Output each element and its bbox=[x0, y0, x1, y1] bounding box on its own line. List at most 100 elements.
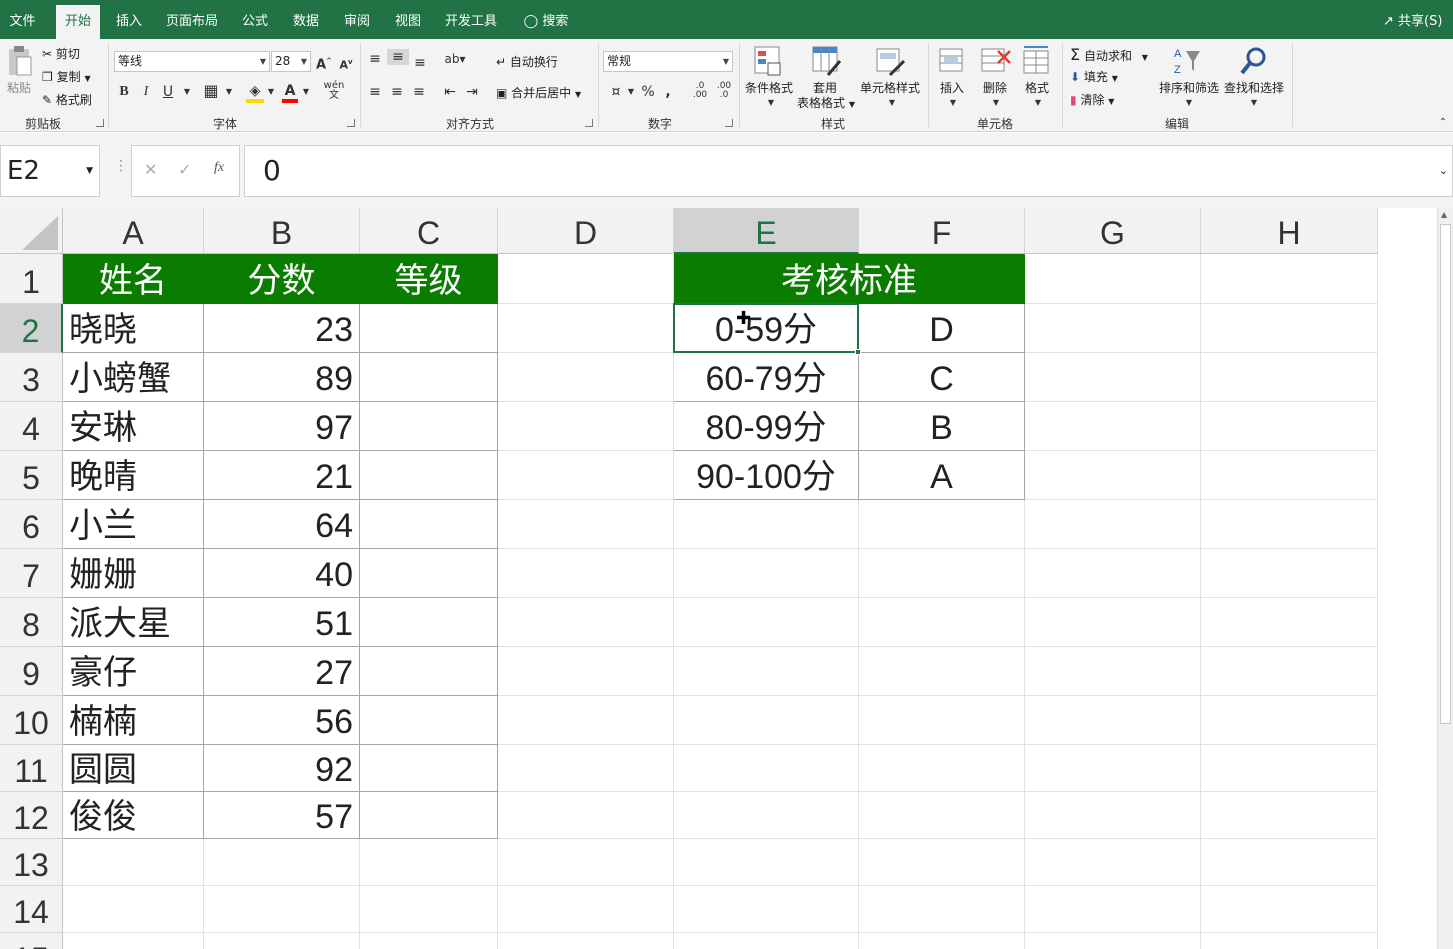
copy-button[interactable]: ❐ 复制 ▼ bbox=[42, 68, 91, 85]
worksheet-grid[interactable]: ABCDEFGH123456789101112131415姓名分数等级晓晓23小… bbox=[0, 208, 1437, 949]
cell-g8[interactable] bbox=[1025, 598, 1201, 647]
row-header-4[interactable]: 4 bbox=[0, 402, 63, 451]
cell-b14[interactable] bbox=[204, 886, 360, 933]
cell-e10[interactable] bbox=[674, 696, 859, 745]
name-cell[interactable]: 俊俊 bbox=[63, 792, 204, 839]
chevron-down-icon[interactable]: ▼ bbox=[766, 95, 776, 111]
cancel-icon[interactable]: ✕ bbox=[144, 160, 157, 179]
scrollbar-thumb[interactable] bbox=[1440, 224, 1451, 724]
cell-d2[interactable] bbox=[498, 304, 674, 353]
alignment-launcher-icon[interactable] bbox=[585, 119, 593, 127]
conditional-format-button[interactable]: 条件格式 bbox=[745, 79, 793, 96]
autosum-button[interactable]: Σ 自动求和 ▼ bbox=[1070, 45, 1148, 64]
cell-f6[interactable] bbox=[859, 500, 1025, 549]
chevron-down-icon[interactable]: ▼ bbox=[991, 95, 1001, 111]
magnifier-icon[interactable] bbox=[1238, 45, 1268, 77]
cell-h9[interactable] bbox=[1201, 647, 1378, 696]
name-cell[interactable]: 派大星 bbox=[63, 598, 204, 647]
table-header-cell[interactable]: 等级 bbox=[360, 254, 498, 304]
align-center-icon[interactable]: ≡ bbox=[388, 84, 406, 100]
grade-cell[interactable] bbox=[360, 500, 498, 549]
cell-h2[interactable] bbox=[1201, 304, 1378, 353]
name-cell[interactable]: 晚晴 bbox=[63, 451, 204, 500]
tab-data[interactable]: 数据 bbox=[285, 0, 327, 39]
align-right-icon[interactable]: ≡ bbox=[410, 84, 428, 100]
score-cell[interactable]: 27 bbox=[204, 647, 360, 696]
italic-button[interactable]: I bbox=[138, 84, 154, 100]
bold-button[interactable]: B bbox=[116, 84, 132, 100]
name-cell[interactable]: 安琳 bbox=[63, 402, 204, 451]
comma-button[interactable]: , bbox=[662, 84, 674, 100]
score-cell[interactable]: 23 bbox=[204, 304, 360, 353]
grade-letter-cell[interactable]: B bbox=[859, 402, 1025, 451]
score-cell[interactable]: 92 bbox=[204, 745, 360, 792]
name-cell[interactable]: 楠楠 bbox=[63, 696, 204, 745]
tab-view[interactable]: 视图 bbox=[387, 0, 429, 39]
column-header-h[interactable]: H bbox=[1201, 208, 1378, 254]
cell-g7[interactable] bbox=[1025, 549, 1201, 598]
number-format-select[interactable]: 常规 ▼ bbox=[603, 51, 733, 72]
increase-decimal-button[interactable]: .0 .00 bbox=[690, 82, 710, 100]
score-range-cell[interactable]: 80-99分 bbox=[674, 402, 859, 451]
cell-d10[interactable] bbox=[498, 696, 674, 745]
collapse-ribbon-icon[interactable]: ⌃ bbox=[1436, 115, 1450, 131]
cell-d6[interactable] bbox=[498, 500, 674, 549]
grade-cell[interactable] bbox=[360, 792, 498, 839]
column-header-g[interactable]: G bbox=[1025, 208, 1201, 254]
cell-g12[interactable] bbox=[1025, 792, 1201, 839]
score-cell[interactable]: 40 bbox=[204, 549, 360, 598]
tab-review[interactable]: 审阅 bbox=[336, 0, 378, 39]
cell-a13[interactable] bbox=[63, 839, 204, 886]
chevron-down-icon[interactable]: ▼ bbox=[224, 84, 234, 100]
paste-button[interactable]: 粘贴 bbox=[7, 79, 31, 96]
wrap-text-button[interactable]: ↵ 自动换行 bbox=[496, 53, 558, 70]
cell-f7[interactable] bbox=[859, 549, 1025, 598]
format-painter-button[interactable]: ✎ 格式刷 bbox=[42, 91, 92, 108]
chevron-down-icon[interactable]: ▼ bbox=[1184, 95, 1194, 111]
score-range-cell[interactable]: 60-79分 bbox=[674, 353, 859, 402]
cell-b13[interactable] bbox=[204, 839, 360, 886]
cell-e9[interactable] bbox=[674, 647, 859, 696]
font-size-select[interactable]: 28 ▼ bbox=[271, 51, 311, 72]
cell-h6[interactable] bbox=[1201, 500, 1378, 549]
align-top-icon[interactable]: ≡ bbox=[366, 51, 384, 67]
score-range-cell[interactable]: 90-100分 bbox=[674, 451, 859, 500]
chevron-down-icon[interactable]: ▼ bbox=[1033, 95, 1043, 111]
font-color-icon[interactable]: A bbox=[282, 83, 298, 103]
grade-cell[interactable] bbox=[360, 451, 498, 500]
cell-g5[interactable] bbox=[1025, 451, 1201, 500]
cell-h15[interactable] bbox=[1201, 933, 1378, 949]
column-header-e[interactable]: E bbox=[674, 208, 859, 254]
score-cell[interactable]: 57 bbox=[204, 792, 360, 839]
grade-cell[interactable] bbox=[360, 745, 498, 792]
cell-e7[interactable] bbox=[674, 549, 859, 598]
cell-d15[interactable] bbox=[498, 933, 674, 949]
cell-f14[interactable] bbox=[859, 886, 1025, 933]
percent-button[interactable]: % bbox=[640, 84, 656, 100]
paste-icon[interactable] bbox=[6, 45, 36, 77]
name-cell[interactable]: 姗姗 bbox=[63, 549, 204, 598]
tab-insert[interactable]: 插入 bbox=[108, 0, 150, 39]
clipboard-launcher-icon[interactable] bbox=[96, 119, 104, 127]
cell-d3[interactable] bbox=[498, 353, 674, 402]
table-header-cell[interactable]: 姓名 bbox=[63, 254, 204, 304]
format-as-table-icon[interactable] bbox=[812, 45, 842, 77]
cell-g10[interactable] bbox=[1025, 696, 1201, 745]
format-as-table-button[interactable]: 表格格式 ▼ bbox=[797, 94, 855, 111]
borders-icon[interactable]: ▦ bbox=[202, 83, 220, 99]
cell-e13[interactable] bbox=[674, 839, 859, 886]
grade-cell[interactable] bbox=[360, 402, 498, 451]
font-name-select[interactable]: 等线 ▼ bbox=[114, 51, 270, 72]
cut-button[interactable]: ✂ 剪切 bbox=[42, 45, 80, 62]
score-cell[interactable]: 56 bbox=[204, 696, 360, 745]
insert-function-icon[interactable]: fx bbox=[214, 160, 224, 176]
row-header-11[interactable]: 11 bbox=[0, 745, 63, 792]
grade-cell[interactable] bbox=[360, 696, 498, 745]
clear-button[interactable]: ▮ 清除 ▼ bbox=[1070, 91, 1114, 108]
row-header-12[interactable]: 12 bbox=[0, 792, 63, 839]
enter-icon[interactable]: ✓ bbox=[178, 160, 191, 179]
row-header-2[interactable]: 2 bbox=[0, 304, 63, 353]
row-header-9[interactable]: 9 bbox=[0, 647, 63, 696]
number-launcher-icon[interactable] bbox=[725, 119, 733, 127]
row-header-15[interactable]: 15 bbox=[0, 933, 63, 949]
